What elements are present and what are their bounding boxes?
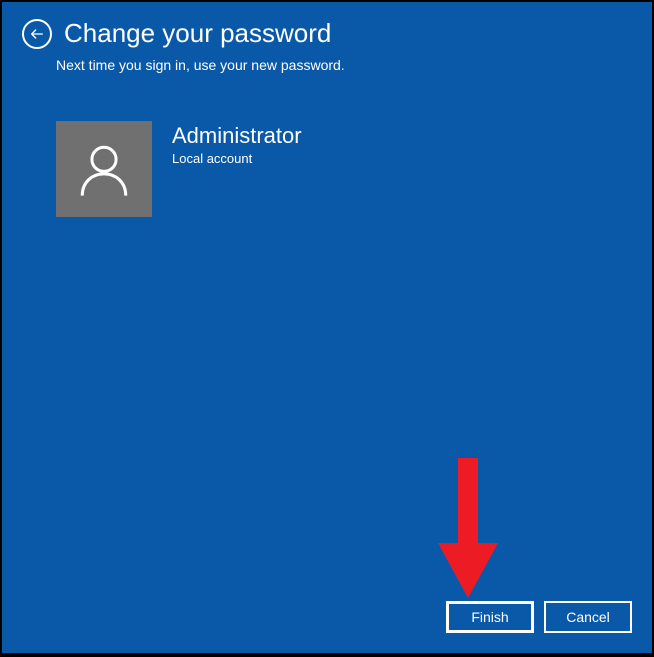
finish-button[interactable]: Finish <box>446 601 534 633</box>
user-icon <box>75 140 133 198</box>
page-title: Change your password <box>64 18 331 49</box>
change-password-window: Change your password Next time you sign … <box>2 2 652 653</box>
annotation-arrow-icon <box>438 458 498 598</box>
back-button[interactable] <box>22 19 52 49</box>
user-info: Administrator Local account <box>172 121 302 166</box>
user-avatar <box>56 121 152 217</box>
header: Change your password <box>2 2 652 57</box>
username-label: Administrator <box>172 123 302 149</box>
cancel-button[interactable]: Cancel <box>544 601 632 633</box>
button-row: Finish Cancel <box>446 601 632 633</box>
page-subtitle: Next time you sign in, use your new pass… <box>2 57 652 73</box>
account-type-label: Local account <box>172 151 302 166</box>
content-area: Administrator Local account <box>2 73 652 265</box>
back-arrow-icon <box>29 26 45 42</box>
